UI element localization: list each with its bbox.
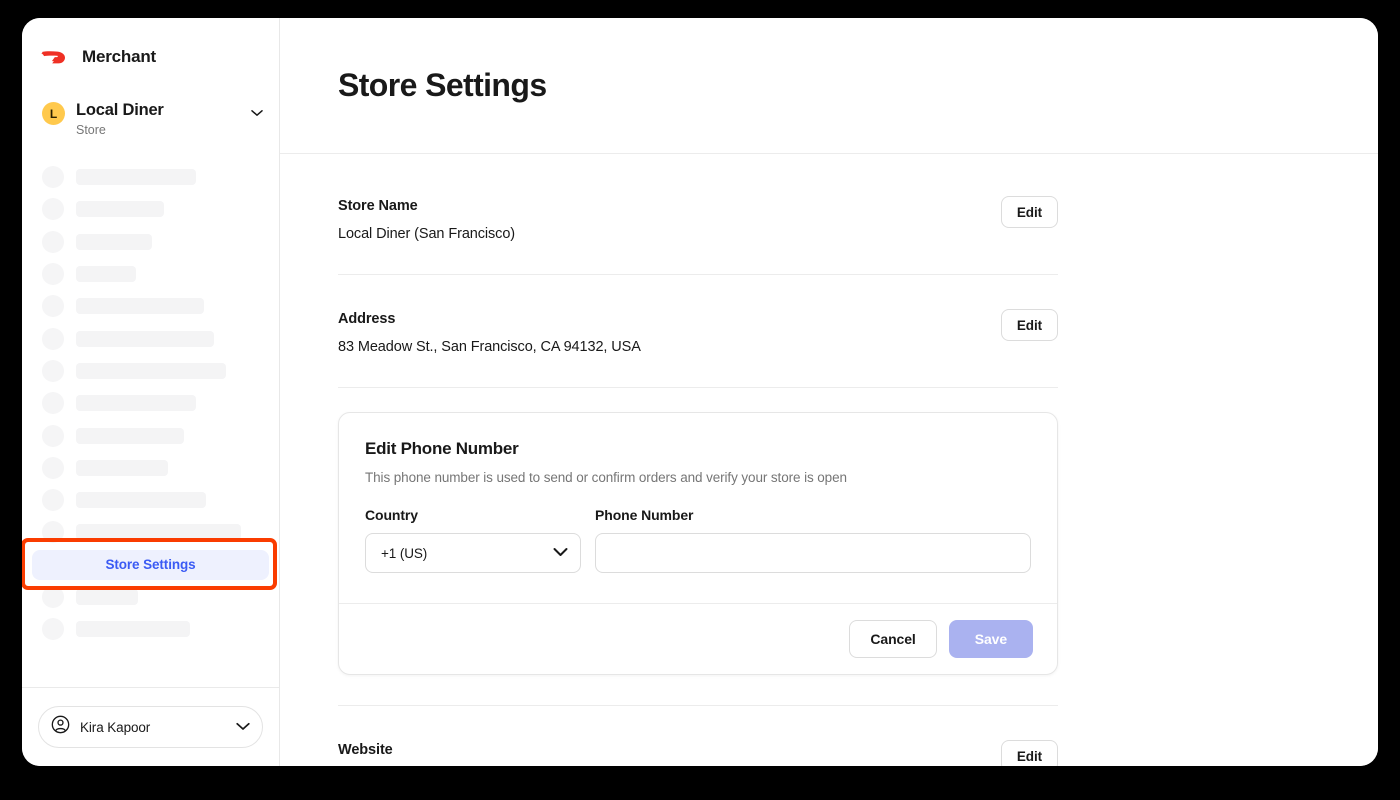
sidebar-nav-skeleton-item: [22, 161, 279, 193]
edit-phone-number-card: Edit Phone Number This phone number is u…: [338, 412, 1058, 675]
setting-value: Local Diner (San Francisco): [338, 226, 516, 242]
setting-value: 83 Meadow St., San Francisco, CA 94132, …: [338, 339, 641, 355]
setting-row-address: Address 83 Meadow St., San Francisco, CA…: [338, 275, 1058, 388]
skeleton-label: [76, 427, 184, 444]
sidebar-nav-skeleton-item: [22, 452, 279, 484]
sidebar-item-store-settings-wrapper: Store Settings: [22, 537, 279, 590]
sidebar-nav-skeleton-item: [22, 581, 279, 613]
country-select-value: +1 (US): [381, 545, 428, 561]
sidebar-nav-skeleton-item: [22, 226, 279, 258]
sidebar-item-label: Store Settings: [105, 557, 196, 573]
skeleton-label: [76, 298, 204, 315]
phone-number-input[interactable]: [595, 533, 1031, 573]
skeleton-icon: [42, 392, 64, 415]
edit-website-button[interactable]: Edit: [1000, 740, 1058, 766]
setting-texts: Address 83 Meadow St., San Francisco, CA…: [338, 309, 1001, 357]
skeleton-label: [76, 201, 164, 218]
skeleton-icon: [42, 295, 64, 318]
sidebar-nav-skeleton-item: [22, 484, 279, 516]
phone-number-label: Phone Number: [595, 507, 694, 523]
sidebar-nav-skeleton-item: [22, 193, 279, 225]
phone-fields: Country +1 (US) Phone Number: [365, 507, 1031, 573]
main-header: Store Settings: [280, 18, 1378, 154]
sidebar-nav-skeleton-item: [22, 290, 279, 322]
skeleton-label: [76, 524, 241, 541]
phone-field-group: Phone Number: [595, 507, 1031, 573]
skeleton-icon: [42, 230, 64, 253]
setting-label: Website: [338, 742, 393, 758]
sidebar-nav-skeleton-item: [22, 516, 279, 548]
skeleton-label: [76, 395, 196, 412]
skeleton-icon: [42, 198, 64, 221]
skeleton-label: [76, 233, 152, 250]
sidebar-footer: Kira Kapoor: [22, 687, 279, 766]
store-switcher-text: Local Diner Store: [76, 100, 240, 139]
user-circle-icon: [51, 715, 70, 739]
store-avatar: L: [42, 102, 65, 125]
sidebar-nav-skeleton-item: [22, 322, 279, 354]
skeleton-label: [76, 266, 136, 283]
skeleton-icon: [42, 521, 64, 544]
setting-texts: Website https://www.littledelhi.com/: [338, 740, 1001, 766]
sidebar-nav-skeleton-item: [22, 387, 279, 419]
edit-store-name-button[interactable]: Edit: [1000, 196, 1058, 228]
skeleton-label: [76, 621, 190, 638]
chevron-down-icon: [236, 718, 250, 736]
skeleton-label: [76, 492, 206, 509]
sidebar-nav-skeleton-item: [22, 258, 279, 290]
user-name: Kira Kapoor: [80, 719, 151, 735]
phone-card-body: Edit Phone Number This phone number is u…: [339, 413, 1057, 603]
skeleton-icon: [42, 586, 64, 608]
skeleton-icon: [42, 489, 64, 512]
brand-title: Merchant: [82, 47, 156, 66]
page-title: Store Settings: [338, 67, 547, 103]
phone-card-description: This phone number is used to send or con…: [365, 470, 847, 485]
phone-card-title: Edit Phone Number: [365, 439, 519, 458]
store-name: Local Diner: [76, 101, 164, 119]
chevron-down-icon: [251, 104, 263, 122]
skeleton-label: [76, 330, 214, 347]
skeleton-label: [76, 362, 226, 379]
store-subtitle: Store: [76, 123, 106, 137]
phone-card-footer: Cancel Save: [339, 603, 1057, 674]
sidebar-item-store-settings[interactable]: Store Settings: [32, 549, 269, 580]
setting-label: Store Name: [338, 198, 418, 214]
skeleton-icon: [42, 456, 64, 479]
save-button[interactable]: Save: [948, 620, 1033, 658]
settings-list: Store Name Local Diner (San Francisco) E…: [280, 154, 1378, 766]
skeleton-icon: [42, 327, 64, 350]
sidebar-nav-skeleton-item: [22, 613, 279, 645]
skeleton-label: [76, 169, 196, 186]
skeleton-icon: [42, 359, 64, 382]
user-menu-chip[interactable]: Kira Kapoor: [38, 706, 263, 748]
skeleton-icon: [42, 618, 64, 641]
country-field-group: Country +1 (US): [365, 507, 581, 573]
store-switcher[interactable]: L Local Diner Store: [22, 78, 279, 139]
setting-texts: Store Name Local Diner (San Francisco): [338, 196, 1001, 244]
chevron-down-icon: [553, 544, 568, 562]
skeleton-label: [76, 589, 138, 605]
country-label: Country: [365, 507, 418, 523]
skeleton-label: [76, 459, 168, 476]
brand-row: Merchant: [22, 18, 279, 78]
setting-label: Address: [338, 311, 396, 327]
edit-address-button[interactable]: Edit: [1000, 309, 1058, 341]
sidebar-nav-skeleton-list: Store Settings: [22, 161, 279, 687]
sidebar: Merchant L Local Diner Store Store Setti…: [22, 18, 280, 766]
sidebar-nav-skeleton-item: [22, 355, 279, 387]
country-select[interactable]: +1 (US): [365, 533, 581, 573]
skeleton-icon: [42, 424, 64, 447]
main-content: Store Settings Store Name Local Diner (S…: [280, 18, 1378, 766]
skeleton-icon: [42, 263, 64, 286]
setting-row-website: Website https://www.littledelhi.com/ Edi…: [338, 706, 1058, 766]
phone-card-wrapper: Edit Phone Number This phone number is u…: [338, 388, 1058, 706]
skeleton-icon: [42, 166, 64, 189]
sidebar-nav-skeleton-item: [22, 419, 279, 451]
setting-row-store-name: Store Name Local Diner (San Francisco) E…: [338, 154, 1058, 275]
cancel-button[interactable]: Cancel: [849, 620, 937, 658]
app-window: Merchant L Local Diner Store Store Setti…: [22, 18, 1378, 766]
doordash-logo-icon: [40, 47, 70, 67]
